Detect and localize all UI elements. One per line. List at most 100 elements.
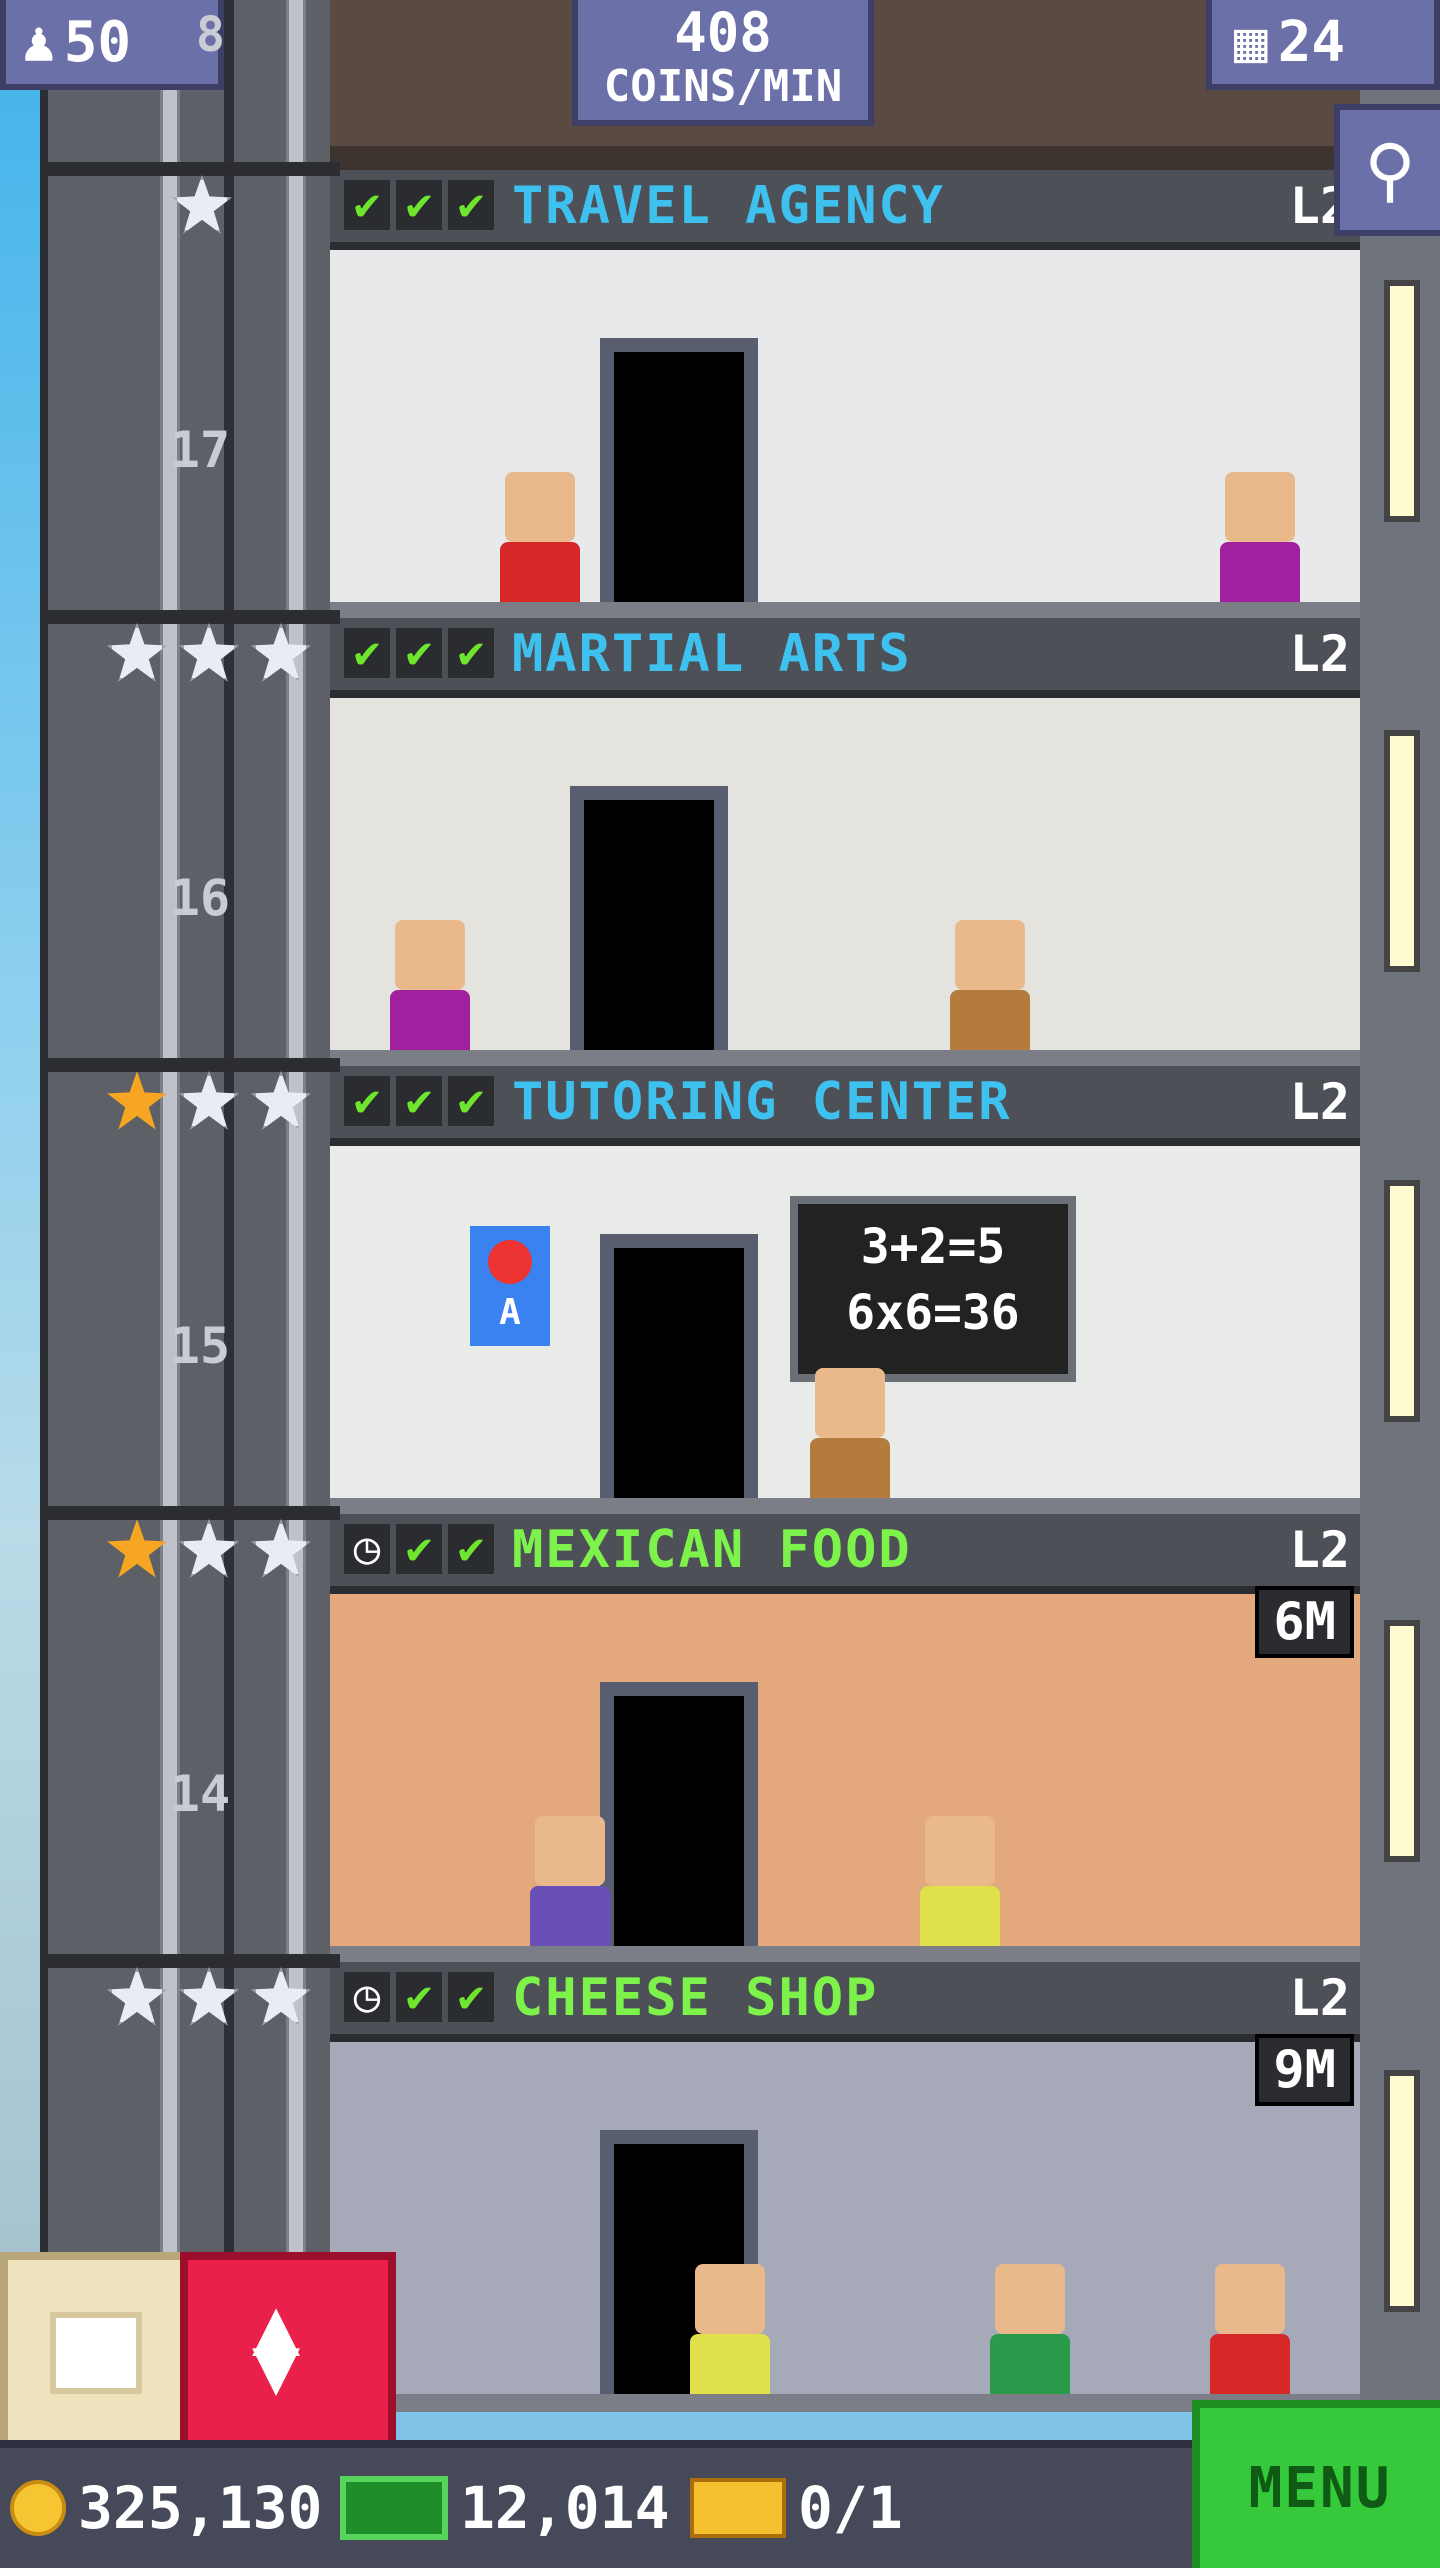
tenant-character[interactable]: [950, 920, 1030, 1050]
checkmark-icon: ✔: [448, 1972, 494, 2022]
floor-door: [600, 338, 758, 602]
floor-status-icons: ✔ ✔ ✔: [344, 1076, 494, 1126]
build-floor-button[interactable]: [0, 2252, 196, 2448]
checkmark-icon: ✔: [448, 180, 494, 230]
floor-name: TUTORING CENTER: [512, 1072, 1012, 1132]
star-icon: [251, 1071, 311, 1130]
floor-name: TRAVEL AGENCY: [512, 176, 945, 236]
tenant-head: [505, 472, 575, 542]
star-icon: [179, 1967, 239, 2026]
star-icon: [107, 623, 167, 682]
star-icon: [251, 623, 311, 682]
poster-letter: A: [499, 1292, 521, 1333]
floor-header: ✔ ✔ ✔ MARTIAL ARTS L2: [330, 618, 1360, 698]
tenant-head: [995, 2264, 1065, 2334]
population-count: 50: [63, 9, 132, 75]
floor-count: 24: [1277, 9, 1346, 75]
checkmark-icon: ✔: [448, 628, 494, 678]
building-icon: ▦: [1234, 9, 1268, 75]
floor-status-icons: ✔ ✔ ✔: [344, 180, 494, 230]
shaft-floor-number: 17: [169, 421, 231, 479]
floor-stars: [92, 174, 312, 238]
bux-icon: [340, 2476, 448, 2540]
floor-cheese-shop[interactable]: ◷ ✔ ✔ CHEESE SHOP L2 9M: [330, 1962, 1360, 2412]
checkmark-icon: ✔: [344, 180, 390, 230]
wall-lamp: [1384, 2070, 1420, 2312]
floor-name: CHEESE SHOP: [512, 1968, 879, 2028]
person-icon: ♟: [22, 9, 56, 75]
checkmark-icon: ✔: [396, 628, 442, 678]
tenant-character[interactable]: [500, 472, 580, 602]
tenant-character[interactable]: [810, 1368, 890, 1498]
elevator-shaft[interactable]: [40, 0, 358, 2440]
population-badge[interactable]: ♟ 50: [0, 0, 224, 90]
tenant-character[interactable]: [920, 1816, 1000, 1946]
tenant-character[interactable]: [530, 1816, 610, 1946]
tenant-body: [810, 1438, 890, 1498]
tenant-head: [395, 920, 465, 990]
tenant-body: [690, 2334, 770, 2394]
coins-per-minute-badge[interactable]: 408 COINS/MIN: [572, 0, 874, 126]
tenant-body: [950, 990, 1030, 1050]
tickets-count: 0/1: [798, 2474, 903, 2542]
bux-display: 12,014: [340, 2468, 670, 2548]
tenant-body: [390, 990, 470, 1050]
floor-door: [600, 1682, 758, 1946]
tickets-display: 0/1: [690, 2468, 903, 2548]
floor-header: ✔ ✔ ✔ TRAVEL AGENCY L2: [330, 170, 1360, 250]
floor-header: ✔ ✔ ✔ TUTORING CENTER L2: [330, 1066, 1360, 1146]
tenant-body: [920, 1886, 1000, 1946]
tenant-body: [500, 542, 580, 602]
floor-count-badge[interactable]: ▦ 24: [1206, 0, 1440, 90]
floor-status-icons: ◷ ✔ ✔: [344, 1972, 494, 2022]
ticket-icon: [690, 2478, 786, 2538]
wall-lamp: [1384, 730, 1420, 972]
tenant-character[interactable]: [1220, 472, 1300, 602]
tenant-head: [955, 920, 1025, 990]
floor-mexican-food[interactable]: ◷ ✔ ✔ MEXICAN FOOD L2 6M: [330, 1514, 1360, 1964]
restock-timer[interactable]: 6M: [1255, 1586, 1354, 1658]
checkmark-icon: ✔: [448, 1076, 494, 1126]
blackboard: 3+2=5 6x6=36: [790, 1196, 1076, 1382]
menu-button[interactable]: MENU: [1192, 2400, 1440, 2568]
blackboard-line: 3+2=5: [860, 1219, 1006, 1275]
floor-strip: [330, 146, 1360, 170]
floor-name: MARTIAL ARTS: [512, 624, 912, 684]
star-icon: [107, 1967, 167, 2026]
floor-level: L2: [1289, 625, 1350, 683]
star-icon: [172, 175, 232, 234]
star-icon: [251, 1519, 311, 1578]
floor-tutoring-center[interactable]: ✔ ✔ ✔ TUTORING CENTER L2 3+2=5 6x6=36 A: [330, 1066, 1360, 1516]
apple-icon: [488, 1240, 532, 1284]
floor-wall: [330, 1594, 1360, 1964]
clock-icon: ◷: [344, 1524, 390, 1574]
restock-timer[interactable]: 9M: [1255, 2034, 1354, 2106]
tenant-character[interactable]: [990, 2264, 1070, 2394]
star-icon: [179, 1071, 239, 1130]
star-icon: [107, 1519, 167, 1578]
coins-rate-value: 408: [674, 1, 772, 64]
floor-travel-agency[interactable]: ✔ ✔ ✔ TRAVEL AGENCY L2: [330, 170, 1360, 620]
tenant-head: [535, 1816, 605, 1886]
coins-display: 325,130: [10, 2468, 322, 2548]
bux-amount: 12,014: [460, 2474, 670, 2542]
tenant-head: [695, 2264, 765, 2334]
floor-level: L2: [1289, 1073, 1350, 1131]
tenant-character[interactable]: [690, 2264, 770, 2394]
floor-wall: [330, 698, 1360, 1068]
checkmark-icon: ✔: [396, 1076, 442, 1126]
floor-martial-arts[interactable]: ✔ ✔ ✔ MARTIAL ARTS L2: [330, 618, 1360, 1068]
tenant-character[interactable]: [390, 920, 470, 1050]
wall-lamp: [1384, 1620, 1420, 1862]
shaft-floor-number: 15: [169, 1317, 231, 1375]
checkmark-icon: ✔: [396, 1524, 442, 1574]
tenant-body: [1220, 542, 1300, 602]
floor-header: ◷ ✔ ✔ MEXICAN FOOD L2: [330, 1514, 1360, 1594]
tenant-body: [1210, 2334, 1290, 2394]
star-icon: [251, 1967, 311, 2026]
elevator-button[interactable]: ▲ ▼: [180, 2252, 396, 2448]
tenant-character[interactable]: [1210, 2264, 1290, 2394]
search-button[interactable]: ⚲: [1334, 104, 1440, 236]
floor-level: L2: [1289, 1521, 1350, 1579]
elevator-rail: [160, 0, 180, 2440]
